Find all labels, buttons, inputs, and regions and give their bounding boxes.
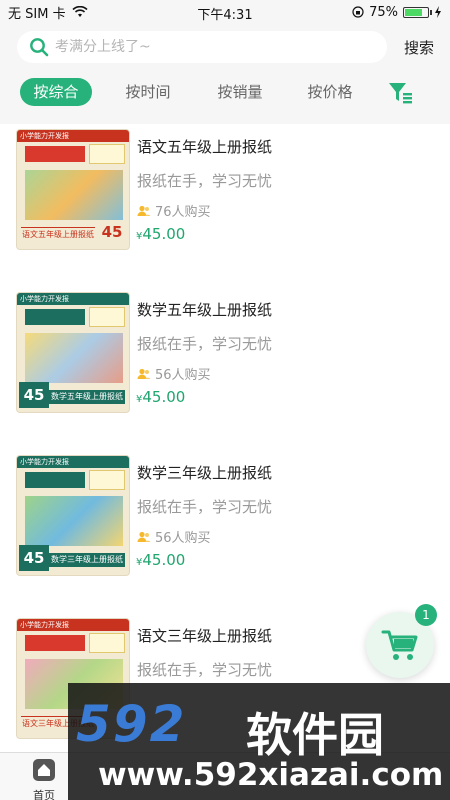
tab-sort-time[interactable]: 按时间 — [112, 78, 184, 106]
search-input[interactable] — [55, 39, 355, 55]
product-item[interactable]: 小学能力开发报 语文五年级上册报纸 45 语文五年级上册报纸 报纸在手，学习无忧… — [0, 124, 450, 274]
status-time: 下午4:31 — [197, 8, 253, 23]
watermark-overlay: 592 软件园 www.592xiazai.com — [68, 683, 450, 800]
product-price: ¥45.00 — [136, 225, 186, 243]
status-bar: 无 SIM 卡 下午4:31 75% — [0, 0, 450, 24]
thumb-banner: 小学能力开发报 — [20, 458, 69, 466]
product-thumbnail: 小学能力开发报 45 数学五年级上册报纸 — [16, 292, 130, 413]
thumb-banner: 小学能力开发报 — [20, 621, 69, 629]
product-price: ¥45.00 — [136, 551, 186, 569]
sort-tabs: 按综合 按时间 按销量 按价格 — [0, 74, 450, 108]
users-icon — [137, 205, 151, 216]
buyer-count-label: 56人购买 — [155, 368, 211, 383]
watermark-brand-cn: 软件园 — [246, 708, 384, 762]
tab-sort-sales[interactable]: 按销量 — [204, 78, 276, 106]
product-title: 数学五年级上册报纸 — [137, 301, 273, 319]
buyer-count-label: 76人购买 — [155, 205, 211, 220]
product-item[interactable]: 小学能力开发报 45 数学三年级上册报纸 数学三年级上册报纸 报纸在手，学习无忧… — [0, 450, 450, 600]
product-title: 语文五年级上册报纸 — [137, 138, 273, 156]
tab-sort-price[interactable]: 按价格 — [294, 78, 366, 106]
thumb-caption: 数学五年级上册报纸 — [49, 390, 125, 404]
watermark-url: www.592xiazai.com — [98, 757, 444, 793]
product-subtitle: 报纸在手，学习无忧 — [137, 498, 273, 516]
product-item[interactable]: 小学能力开发报 45 数学五年级上册报纸 数学五年级上册报纸 报纸在手，学习无忧… — [0, 287, 450, 437]
thumb-price-tag: 45 — [101, 223, 123, 241]
filter-icon[interactable] — [386, 80, 414, 106]
product-subtitle: 报纸在手，学习无忧 — [137, 172, 273, 190]
search-bar[interactable] — [17, 31, 387, 63]
battery-icon — [403, 6, 432, 18]
search-icon — [30, 38, 49, 57]
users-icon — [137, 531, 151, 542]
thumb-price-tag: 45 — [19, 545, 49, 571]
thumb-price-tag: 45 — [19, 382, 49, 408]
cart-badge: 1 — [415, 604, 437, 626]
thumb-banner: 小学能力开发报 — [20, 132, 69, 140]
tab-sort-overall[interactable]: 按综合 — [20, 78, 92, 106]
product-title: 语文三年级上册报纸 — [137, 627, 273, 645]
search-button[interactable]: 搜索 — [404, 37, 434, 58]
product-price: ¥45.00 — [136, 388, 186, 406]
watermark-brand: 592 — [76, 695, 187, 753]
product-subtitle: 报纸在手，学习无忧 — [137, 661, 273, 679]
product-thumbnail: 小学能力开发报 语文五年级上册报纸 45 — [16, 129, 130, 250]
thumb-caption: 数学三年级上册报纸 — [49, 553, 125, 567]
buyer-count: 76人购买 — [137, 201, 211, 220]
thumb-caption: 语文五年级上册报纸 — [21, 227, 95, 241]
users-icon — [137, 368, 151, 379]
product-subtitle: 报纸在手，学习无忧 — [137, 335, 273, 353]
tab-home-label: 首页 — [33, 789, 55, 800]
product-thumbnail: 小学能力开发报 45 数学三年级上册报纸 — [16, 455, 130, 576]
tab-home[interactable]: 首页 — [24, 757, 64, 800]
buyer-count-label: 56人购买 — [155, 531, 211, 546]
cart-icon — [381, 630, 418, 660]
buyer-count: 56人购买 — [137, 364, 211, 383]
thumb-banner: 小学能力开发报 — [20, 295, 69, 303]
product-title: 数学三年级上册报纸 — [137, 464, 273, 482]
home-icon — [33, 759, 55, 781]
buyer-count: 56人购买 — [137, 527, 211, 546]
header: 搜索 按综合 按时间 按销量 按价格 — [0, 24, 450, 124]
